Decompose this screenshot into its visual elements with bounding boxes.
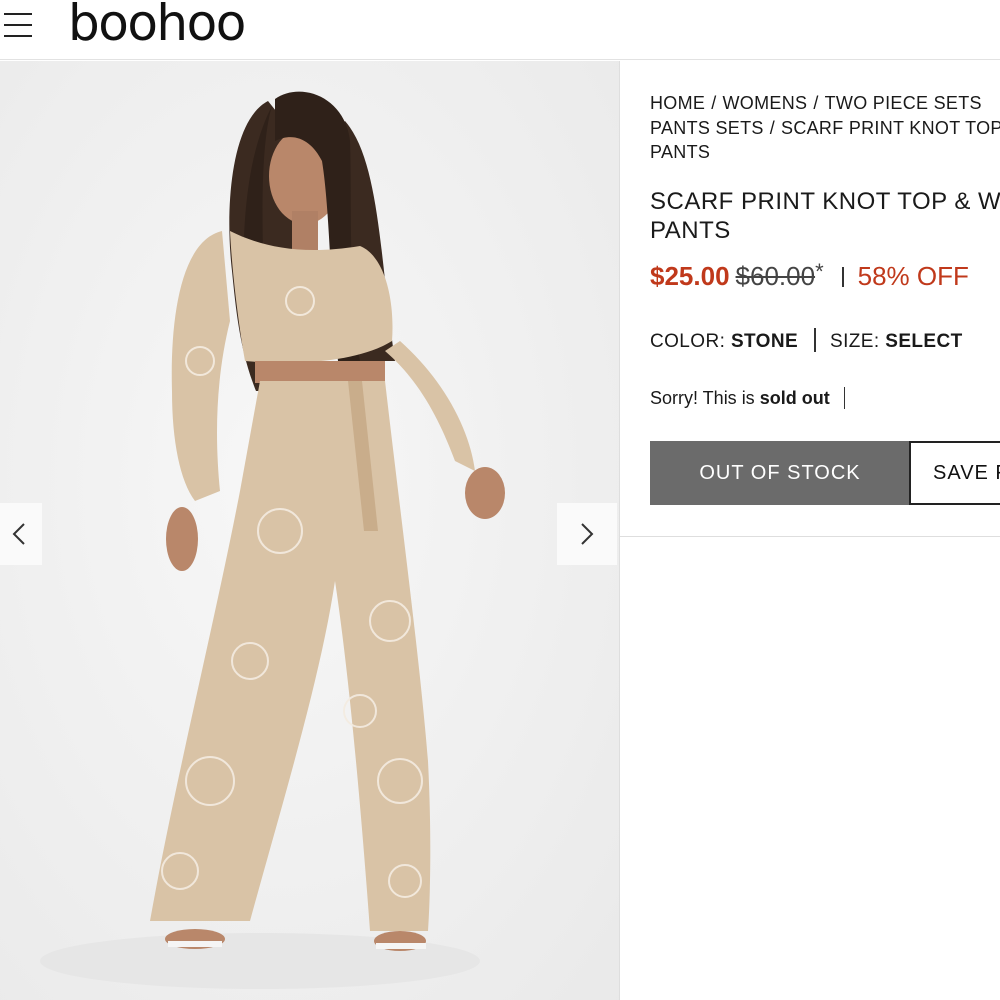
sold-out-message: Sorry! This is sold out [650, 387, 846, 409]
text-caret [843, 387, 846, 409]
sold-out-strong: sold out [759, 388, 830, 408]
price-footnote-marker: * [815, 259, 824, 284]
boohoo-logo[interactable]: boohoo [68, 0, 246, 52]
product-attributes: COLOR: STONE SIZE: SELECT [650, 328, 963, 353]
color-label: COLOR: [650, 331, 726, 352]
chevron-left-icon [12, 523, 25, 545]
next-image-button[interactable] [557, 503, 617, 565]
attribute-separator [814, 328, 817, 352]
breadcrumb-separator: / [711, 93, 717, 113]
product-title: SCARF PRINT KNOT TOP & W PANTS [650, 187, 1000, 245]
save-for-later-button[interactable]: SAVE F [909, 441, 1000, 505]
breadcrumb-womens[interactable]: WOMENS [723, 93, 808, 113]
info-divider [620, 536, 1000, 537]
panel-divider [619, 61, 620, 1000]
breadcrumb-separator: / [813, 93, 819, 113]
original-price: $60.00 [735, 261, 816, 291]
previous-image-button[interactable] [0, 503, 42, 565]
product-title-line1: SCARF PRINT KNOT TOP & W [650, 188, 1000, 215]
breadcrumb-current-continued: PANTS [650, 142, 711, 162]
breadcrumb-separator: / [769, 117, 776, 138]
site-header: boohoo [0, 0, 1000, 60]
breadcrumb-pants-sets[interactable]: PANTS SETS [650, 118, 764, 138]
product-image-gallery [0, 61, 619, 1000]
size-selector[interactable]: SELECT [885, 331, 962, 352]
price-row: $25.00 $60.00* 58% OFF [650, 259, 969, 292]
out-of-stock-button[interactable]: OUT OF STOCK [650, 441, 910, 505]
size-label: SIZE: [830, 331, 880, 352]
breadcrumb-current: SCARF PRINT KNOT TOP [781, 117, 1000, 138]
chevron-right-icon [581, 523, 594, 545]
sold-out-prefix: Sorry! This is [650, 388, 755, 408]
breadcrumb: HOME / WOMENS / TWO PIECE SETS PANTS SETS / SCA… [650, 91, 1000, 165]
product-title-line2: PANTS [650, 217, 731, 244]
breadcrumb-two-piece-sets[interactable]: TWO PIECE SETS [825, 93, 982, 113]
product-image [0, 61, 619, 1000]
breadcrumb-home[interactable]: HOME [650, 93, 705, 113]
hamburger-menu-icon[interactable] [4, 8, 34, 42]
price-separator [841, 267, 844, 287]
color-value[interactable]: STONE [731, 331, 798, 352]
current-price: $25.00 [650, 261, 730, 291]
discount-badge: 58% OFF [857, 261, 969, 291]
